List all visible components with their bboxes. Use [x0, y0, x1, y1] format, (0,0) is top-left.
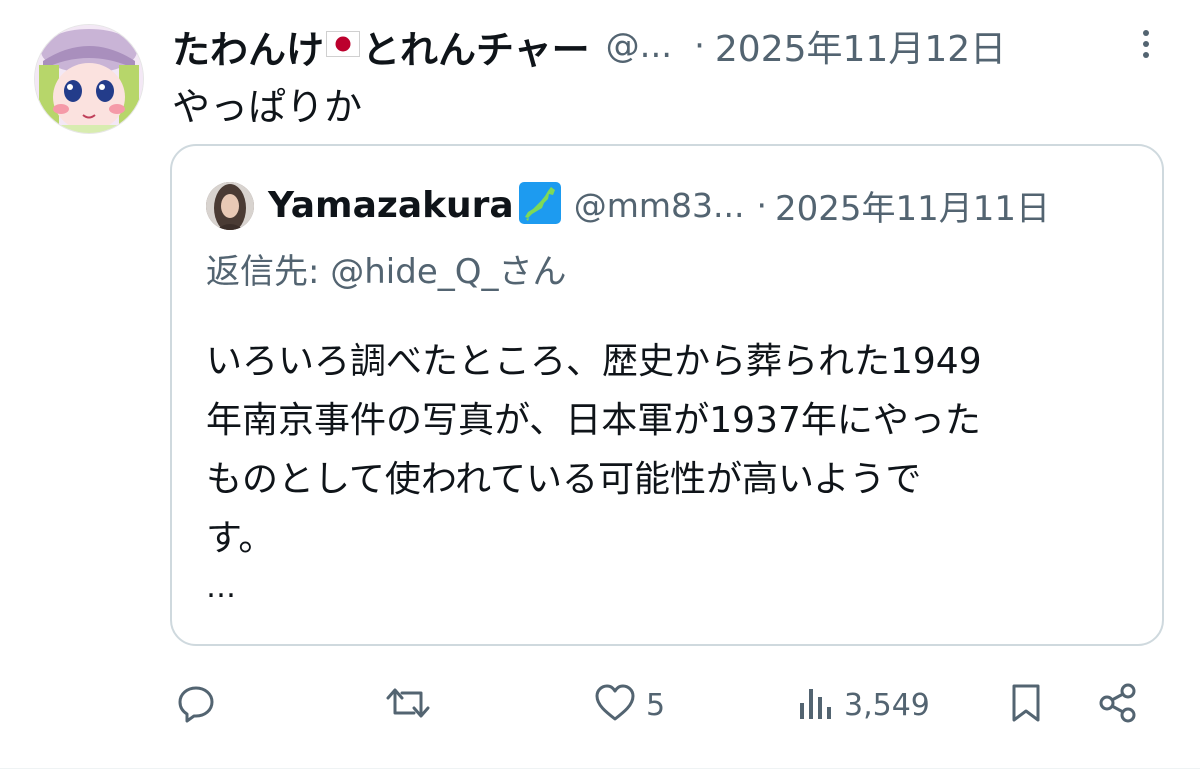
quoted-author-handle: @mm83...	[573, 185, 745, 225]
quoted-reply-to: 返信先: @hide_Q_さん	[206, 252, 567, 292]
quoted-body-line: ものとして使われている可能性が高いようで	[206, 459, 922, 500]
author-handle[interactable]: @...	[606, 26, 672, 66]
tweet-text: やっぱりか	[172, 85, 363, 129]
like-count: 5	[646, 687, 666, 723]
views-icon	[796, 681, 836, 729]
author-avatar[interactable]	[34, 24, 144, 134]
quoted-tweet-card[interactable]: Yamazakura @mm83... · 2025年11月11日 返信先: @…	[170, 144, 1164, 646]
bookmark-icon	[1006, 681, 1046, 729]
bottom-divider	[0, 768, 1200, 769]
like-button[interactable]: 5	[592, 680, 665, 730]
reply-icon	[174, 681, 218, 729]
author-name-part2[interactable]: とれんチャー	[362, 19, 590, 74]
heart-icon	[592, 681, 638, 729]
japan-flag-icon	[326, 31, 361, 61]
retweet-button[interactable]	[384, 680, 432, 730]
quoted-header-separator: ·	[756, 185, 768, 225]
quoted-date: 2025年11月11日	[775, 188, 1051, 229]
more-vertical-icon	[1141, 28, 1151, 64]
author-name-part1[interactable]: たわんけ	[172, 19, 324, 74]
quoted-body-line: いろいろ調べたところ、歴史から葬られた1949	[206, 341, 982, 382]
reply-button[interactable]	[174, 680, 218, 730]
tweet-header: たわんけ とれんチャー @... · 2025年11月12日	[172, 20, 1162, 72]
share-button[interactable]	[1096, 680, 1140, 730]
views-button[interactable]: 3,549	[796, 680, 930, 730]
view-count: 3,549	[844, 687, 930, 723]
retweet-icon	[384, 681, 432, 729]
quoted-body-line: す。	[206, 518, 275, 559]
quoted-body-line: 年南京事件の写真が、日本軍が1937年にやった	[206, 400, 981, 441]
quoted-body: いろいろ調べたところ、歴史から葬られた1949 年南京事件の写真が、日本軍が19…	[206, 332, 1126, 568]
share-icon	[1096, 681, 1140, 729]
bookmark-button[interactable]	[1006, 680, 1046, 730]
more-options-button[interactable]	[1128, 26, 1164, 66]
japan-map-icon	[518, 181, 562, 229]
quoted-truncation-ellipsis: …	[206, 570, 236, 605]
tweet-action-bar: 5 3,549	[0, 680, 1200, 730]
header-separator: ·	[694, 26, 705, 66]
tweet-date[interactable]: 2025年11月12日	[715, 20, 1006, 72]
quoted-author-avatar	[206, 182, 254, 230]
quoted-author-name: Yamazakura	[268, 184, 514, 226]
quoted-header: Yamazakura @mm83... · 2025年11月11日	[268, 180, 1050, 230]
